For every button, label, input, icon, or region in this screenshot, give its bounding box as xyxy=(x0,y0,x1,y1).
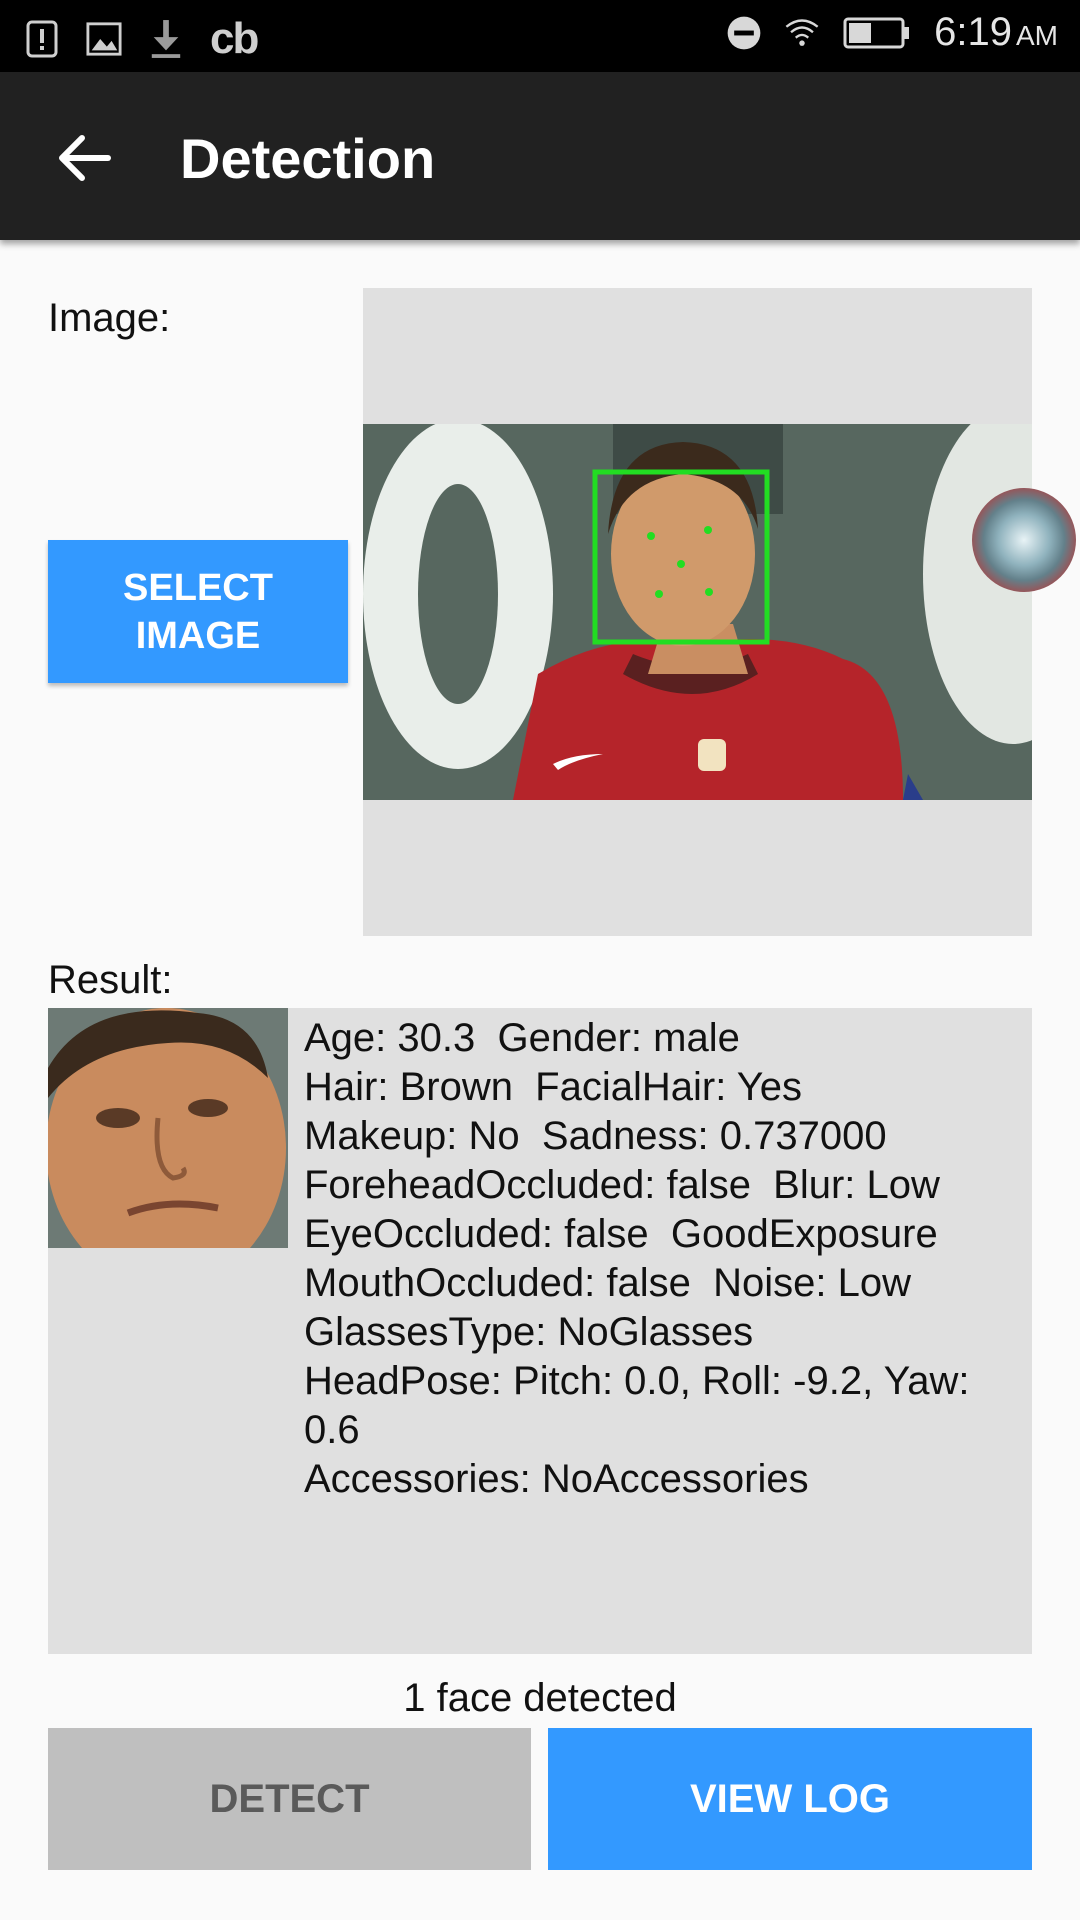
back-button[interactable] xyxy=(44,118,124,198)
result-line: EyeOccluded: false GoodExposure xyxy=(304,1212,938,1256)
alert-icon xyxy=(24,17,60,61)
battery-icon xyxy=(842,11,912,55)
image-label: Image: xyxy=(48,296,171,340)
result-panel: Age: 30.3 Gender: male Hair: Brown Facia… xyxy=(48,1008,1032,1654)
status-bar: cb 6:19 AM xyxy=(0,0,1080,72)
app-bar: Detection xyxy=(0,72,1080,240)
carrier-label: cb xyxy=(210,14,259,63)
face-thumbnail xyxy=(48,1008,288,1248)
result-attributes: Age: 30.3 Gender: male Hair: Brown Facia… xyxy=(304,1014,1014,1504)
result-label: Result: xyxy=(48,958,173,1002)
wifi-icon xyxy=(784,11,820,55)
result-line: HeadPose: Pitch: 0.0, Roll: -9.2, Yaw: 0… xyxy=(304,1359,981,1452)
result-line: Age: 30.3 Gender: male xyxy=(304,1016,740,1060)
face-thumbnail-illustration xyxy=(48,1008,288,1248)
arrow-back-icon xyxy=(59,135,111,181)
selected-photo xyxy=(363,424,1032,800)
result-line: MouthOccluded: false Noise: Low xyxy=(304,1261,911,1305)
view-log-button[interactable]: VIEW LOG xyxy=(548,1728,1032,1870)
image-preview-panel xyxy=(363,288,1032,936)
result-line: Hair: Brown FacialHair: Yes xyxy=(304,1065,802,1109)
face-count-status: 1 face detected xyxy=(403,1676,677,1720)
image-icon xyxy=(86,17,122,61)
result-line: Makeup: No Sadness: 0.737000 xyxy=(304,1114,887,1158)
do-not-disturb-icon xyxy=(726,11,762,55)
photo-illustration xyxy=(363,424,1032,800)
result-line: Accessories: NoAccessories xyxy=(304,1457,809,1501)
result-line: ForeheadOccluded: false Blur: Low xyxy=(304,1163,940,1207)
result-line: GlassesType: NoGlasses xyxy=(304,1310,754,1354)
detect-button[interactable]: DETECT xyxy=(48,1728,531,1870)
download-icon xyxy=(148,17,184,61)
floating-assistive-button[interactable] xyxy=(972,488,1076,592)
page-title: Detection xyxy=(180,127,436,190)
select-image-button[interactable]: SELECT IMAGE xyxy=(48,540,348,683)
clock: 6:19 AM xyxy=(934,10,1058,54)
